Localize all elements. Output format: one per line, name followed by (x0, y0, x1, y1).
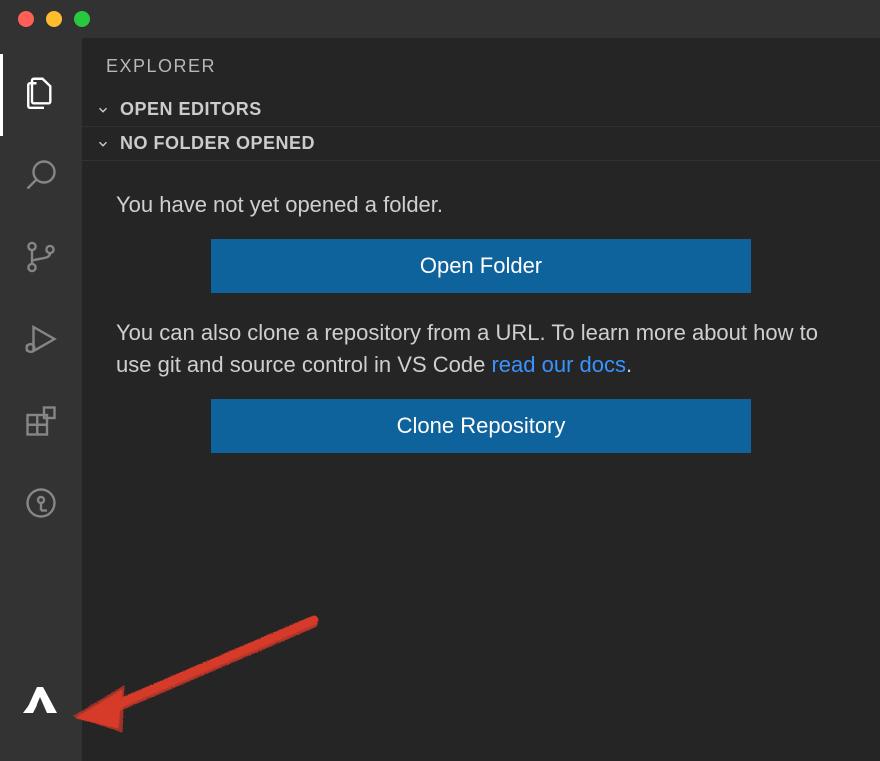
section-open-editors[interactable]: OPEN EDITORS (82, 93, 880, 127)
window-minimize-button[interactable] (46, 11, 62, 27)
branch-icon (23, 239, 59, 280)
activity-bar (0, 38, 82, 761)
sidebar-title: EXPLORER (82, 38, 880, 93)
clone-text-after: . (626, 352, 632, 377)
window-titlebar (0, 0, 880, 38)
window-close-button[interactable] (18, 11, 34, 27)
activity-extensions[interactable] (0, 382, 82, 464)
extensions-icon (23, 403, 59, 444)
window-zoom-button[interactable] (74, 11, 90, 27)
clone-text-before: You can also clone a repository from a U… (116, 320, 818, 377)
read-docs-link[interactable]: read our docs (491, 352, 626, 377)
no-folder-panel: You have not yet opened a folder. Open F… (82, 161, 880, 497)
chevron-down-icon (94, 135, 112, 153)
play-bug-icon (23, 321, 59, 362)
explorer-sidebar: EXPLORER OPEN EDITORS NO FOLDER OPENED Y… (82, 38, 880, 761)
activity-source-control[interactable] (0, 218, 82, 300)
clone-description: You can also clone a repository from a U… (116, 317, 846, 381)
activity-search[interactable] (0, 136, 82, 218)
section-open-editors-label: OPEN EDITORS (120, 99, 262, 120)
activity-azure[interactable] (0, 661, 82, 743)
open-folder-button[interactable]: Open Folder (211, 239, 751, 293)
files-icon (23, 75, 59, 116)
azure-icon (23, 682, 59, 723)
activity-explorer[interactable] (0, 54, 82, 136)
activity-run-debug[interactable] (0, 300, 82, 382)
gitlens-icon (23, 485, 59, 526)
search-icon (23, 157, 59, 198)
section-no-folder-label: NO FOLDER OPENED (120, 133, 315, 154)
workbench-shell: EXPLORER OPEN EDITORS NO FOLDER OPENED Y… (0, 38, 880, 761)
activity-gitlens[interactable] (0, 464, 82, 546)
section-no-folder[interactable]: NO FOLDER OPENED (82, 127, 880, 161)
chevron-down-icon (94, 101, 112, 119)
clone-repository-button[interactable]: Clone Repository (211, 399, 751, 453)
no-folder-intro: You have not yet opened a folder. (116, 189, 846, 221)
